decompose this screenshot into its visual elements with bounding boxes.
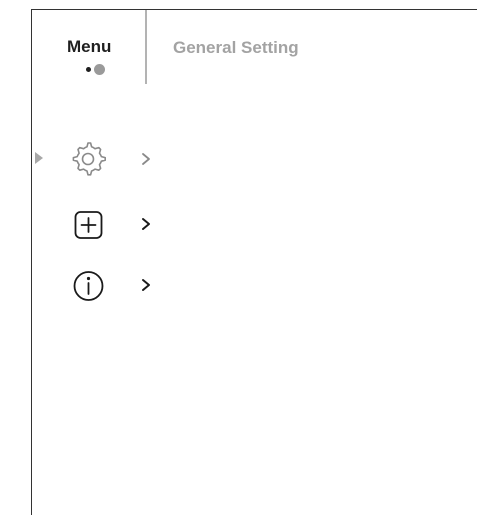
page-dot-1 bbox=[86, 67, 91, 72]
chevron-right-icon bbox=[140, 214, 152, 234]
header-divider bbox=[145, 10, 147, 84]
selection-cursor-icon bbox=[35, 152, 43, 164]
menu-item-info[interactable] bbox=[64, 262, 174, 310]
info-circle-icon bbox=[64, 262, 116, 310]
tab-menu-label: Menu bbox=[67, 37, 112, 56]
menu-item-add[interactable] bbox=[64, 204, 174, 252]
plus-square-icon bbox=[64, 204, 116, 252]
screen-border-left bbox=[31, 9, 32, 515]
screen-border-top bbox=[31, 9, 477, 10]
device-screen: Menu General Setting bbox=[0, 0, 477, 515]
page-dot-2-current bbox=[94, 64, 105, 75]
tab-menu[interactable]: Menu bbox=[58, 36, 138, 88]
gear-icon bbox=[64, 135, 116, 183]
menu-item-settings[interactable] bbox=[64, 135, 174, 183]
tab-general-setting[interactable]: General Setting bbox=[173, 38, 299, 58]
chevron-right-icon bbox=[140, 149, 152, 169]
chevron-right-icon bbox=[140, 275, 152, 295]
